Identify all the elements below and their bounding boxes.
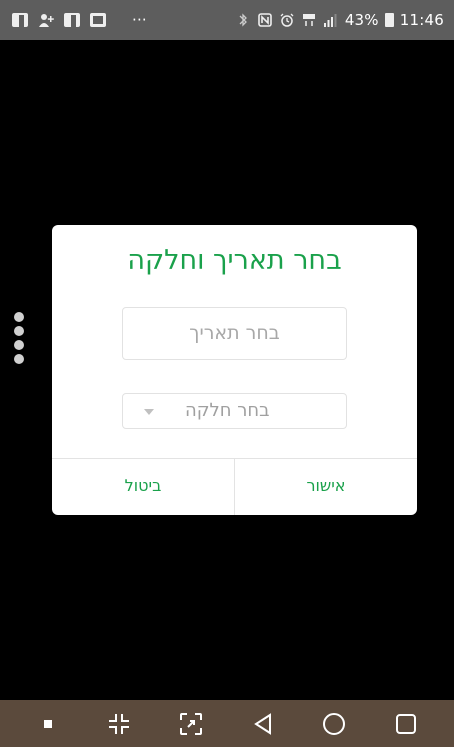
facebook-icon [64, 13, 80, 27]
more-icon: ··· [132, 11, 147, 29]
side-menu-handle[interactable] [14, 312, 24, 364]
status-bar: ··· 43% 11:46 [0, 0, 454, 40]
image-icon [90, 13, 106, 27]
facebook-icon [12, 13, 28, 27]
navigation-bar [0, 700, 454, 747]
dot-icon [14, 354, 24, 364]
screen: ··· 43% 11:46 בחר תאריך וחלקה בחר תאריך … [0, 0, 454, 747]
alarm-icon [280, 13, 294, 27]
dot-icon [14, 326, 24, 336]
add-friend-icon [39, 14, 54, 27]
compress-icon[interactable] [99, 709, 139, 739]
recents-icon[interactable] [386, 709, 426, 739]
clock: 11:46 [399, 11, 444, 29]
plot-select[interactable]: בחר חלקה [122, 393, 347, 429]
dialog-actions: ביטול אישור [52, 458, 417, 515]
battery-icon [384, 13, 394, 27]
confirm-button[interactable]: אישור [235, 459, 417, 515]
date-picker-field[interactable]: בחר תאריך [122, 307, 347, 360]
system-status-icons: 43% 11:46 [235, 11, 444, 29]
select-date-plot-dialog: בחר תאריך וחלקה בחר תאריך בחר חלקה ביטול… [52, 225, 417, 515]
home-icon[interactable] [314, 709, 354, 739]
square-dot-icon[interactable] [28, 709, 68, 739]
plot-select-label: בחר חלקה [185, 400, 270, 421]
battery-percent: 43% [344, 11, 379, 29]
dot-icon [14, 340, 24, 350]
signal-icon [323, 14, 337, 27]
nfc-icon [258, 13, 272, 27]
bluetooth-icon [239, 13, 247, 27]
dropdown-arrow-icon [144, 409, 154, 415]
back-icon[interactable] [243, 709, 283, 739]
dot-icon [14, 312, 24, 322]
cancel-button[interactable]: ביטול [52, 459, 235, 515]
screenshot-icon[interactable] [171, 709, 211, 739]
dialog-title: בחר תאריך וחלקה [127, 245, 342, 276]
notification-icons: ··· [12, 11, 147, 29]
lte-icon [302, 14, 315, 26]
